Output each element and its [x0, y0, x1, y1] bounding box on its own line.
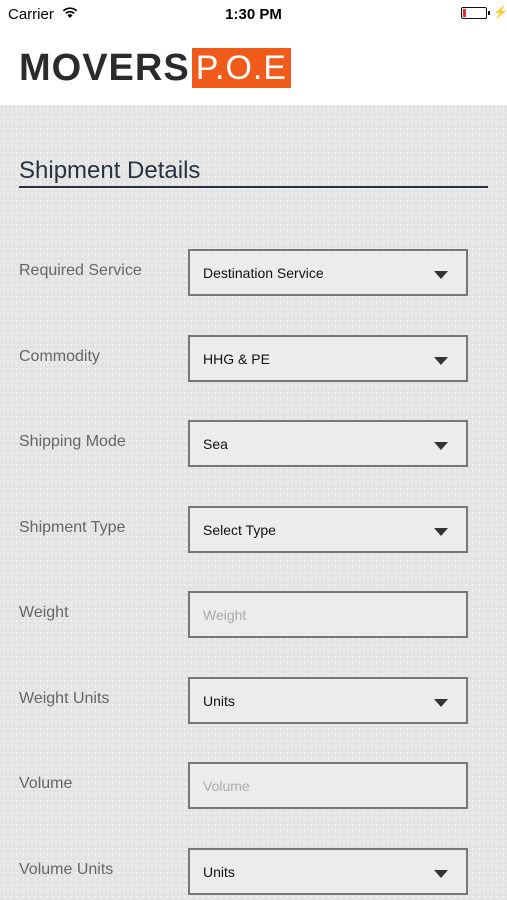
form-row-volume-units: Volume Units Units — [0, 848, 507, 896]
battery-icon — [461, 7, 490, 19]
volume-units-value: Units — [203, 864, 235, 880]
form-row-required-service: Required Service Destination Service — [0, 249, 507, 297]
volume-label: Volume — [19, 775, 73, 792]
chevron-down-icon — [434, 870, 448, 878]
section-divider — [19, 186, 488, 188]
required-service-value: Destination Service — [203, 265, 324, 281]
bolt-icon: ⚡ — [493, 5, 507, 19]
volume-units-label: Volume Units — [19, 861, 114, 878]
chevron-down-icon — [434, 357, 448, 365]
volume-field-box — [188, 762, 468, 809]
shipment-form: Shipment Details Required Service Destin… — [0, 105, 507, 900]
required-service-label: Required Service — [19, 262, 142, 279]
weight-units-value: Units — [203, 693, 235, 709]
app-header: MOVERS P.O.E — [0, 28, 507, 105]
commodity-select[interactable]: HHG & PE — [188, 335, 468, 382]
weight-label: Weight — [19, 604, 69, 621]
commodity-value: HHG & PE — [203, 351, 270, 367]
weight-field-box — [188, 591, 468, 638]
logo-badge: P.O.E — [191, 48, 292, 88]
logo-text: MOVERS — [19, 47, 190, 89]
chevron-down-icon — [434, 271, 448, 279]
commodity-label: Commodity — [19, 348, 100, 365]
chevron-down-icon — [434, 528, 448, 536]
form-row-shipment-type: Shipment Type Select Type — [0, 506, 507, 554]
shipment-type-select[interactable]: Select Type — [188, 506, 468, 553]
shipping-mode-select[interactable]: Sea — [188, 420, 468, 467]
shipping-mode-label: Shipping Mode — [19, 433, 126, 450]
volume-input[interactable] — [190, 764, 466, 807]
chevron-down-icon — [434, 442, 448, 450]
logo: MOVERS P.O.E — [19, 47, 292, 89]
weight-units-label: Weight Units — [19, 690, 110, 707]
volume-units-select[interactable]: Units — [188, 848, 468, 895]
form-row-commodity: Commodity HHG & PE — [0, 335, 507, 383]
shipment-type-value: Select Type — [203, 522, 276, 538]
section-title: Shipment Details — [19, 157, 201, 184]
required-service-select[interactable]: Destination Service — [188, 249, 468, 296]
form-row-weight-units: Weight Units Units — [0, 677, 507, 725]
weight-input[interactable] — [190, 593, 466, 636]
form-row-shipping-mode: Shipping Mode Sea — [0, 420, 507, 468]
form-row-weight: Weight — [0, 591, 507, 639]
status-bar: Carrier 1:30 PM ⚡ — [0, 0, 507, 28]
shipping-mode-value: Sea — [203, 436, 228, 452]
chevron-down-icon — [434, 699, 448, 707]
weight-units-select[interactable]: Units — [188, 677, 468, 724]
form-row-volume: Volume — [0, 762, 507, 810]
clock: 1:30 PM — [225, 6, 282, 23]
shipment-type-label: Shipment Type — [19, 519, 126, 536]
